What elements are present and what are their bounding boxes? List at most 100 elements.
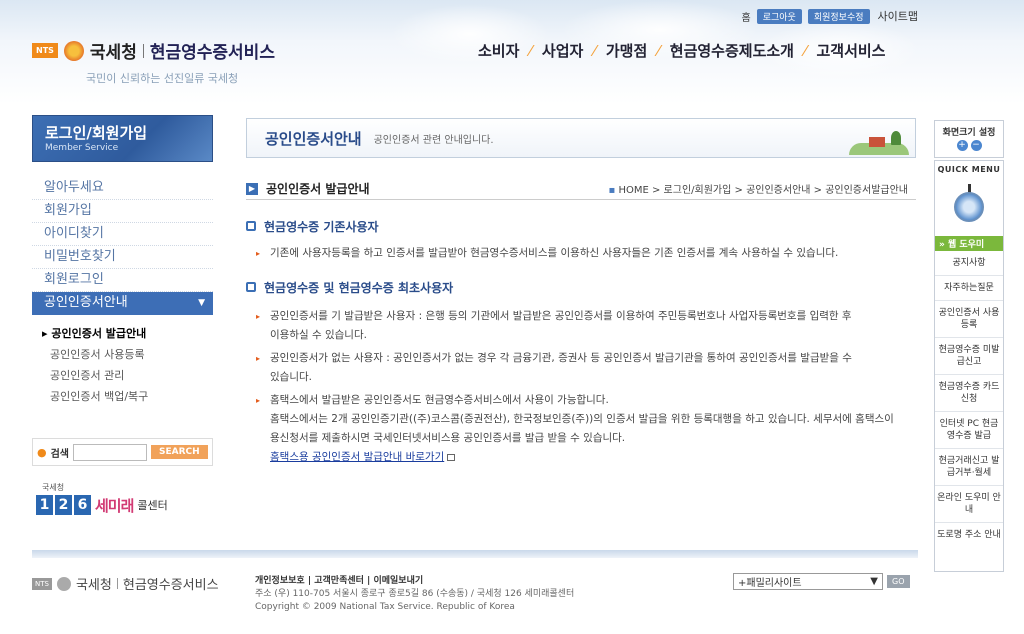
quick-menu-title: QUICK MENU (937, 165, 1001, 174)
top-links: 홈 로그아웃 회원정보수정 사이트맵 (742, 8, 918, 24)
section-title: 공인인증서 발급안내 (266, 182, 370, 196)
section-header: ▶ 공인인증서 발급안내 ▪ HOME > 로그인/회원가입 > 공인인증서안내… (246, 178, 916, 200)
heading-first-time-users: 현금영수증 및 현금영수증 최초사용자 (246, 277, 916, 297)
nts-flower-icon (56, 576, 71, 591)
stopwatch-icon (950, 182, 988, 230)
footer-copyright: Copyright © 2009 National Tax Service. R… (255, 602, 515, 612)
landscape-illustration (849, 125, 909, 155)
paragraph-text: 공인인증서가 없는 사용자 : 공인인증서가 없는 경우 각 금융기관, 증권사… (270, 352, 852, 383)
sidebar-item-member-login[interactable]: 회원로그인 (32, 269, 213, 292)
sidebar-item-find-id[interactable]: 아이디찾기 (32, 223, 213, 246)
gnb-customer-service[interactable]: 고객서비스 (816, 40, 885, 61)
square-bullet-icon (246, 221, 256, 231)
search-input[interactable] (73, 443, 148, 461)
login-banner-title: 로그인/회원가입 (45, 124, 148, 142)
sitemap-link[interactable]: 사이트맵 (878, 8, 918, 24)
footer-agency-name: 국세청 (75, 578, 112, 593)
section-title-wrap: ▶ 공인인증서 발급안내 (246, 180, 370, 197)
quick-item-faq[interactable]: 자주하는질문 (935, 276, 1003, 301)
search-label: 검색 (50, 448, 70, 460)
login-banner-subtitle: Member Service (45, 143, 119, 153)
paragraph-text: 홈택스에서 발급받은 공인인증서도 현금영수증서비스에서 사용이 가능합니다. (270, 394, 609, 406)
logo-divider (116, 578, 118, 589)
font-size-buttons: + − (935, 140, 1003, 151)
nts-badge: NTS (32, 577, 52, 590)
gnb-business[interactable]: 사업자 (542, 40, 583, 61)
main-content: 현금영수증 기존사용자 ▸ 기존에 사용자등록을 하고 인증서를 발급받아 현금… (246, 216, 916, 467)
sidebar-item-label: 공인인증서안내 (44, 295, 128, 310)
sidebar-subitem-register[interactable]: 공인인증서 사용등록 (32, 344, 213, 365)
page: 홈 로그아웃 회원정보수정 사이트맵 NTS 국세청 현금영수증서비스 국민이 … (0, 0, 1024, 634)
callcenter-small: 국세청 (42, 483, 65, 492)
paragraph: ▸ 홈택스에서 발급받은 공인인증서도 현금영수증서비스에서 사용이 가능합니다… (246, 391, 916, 467)
callcenter-suffix: 콜센터 (137, 499, 168, 512)
site-search: ● 검색 SEARCH (32, 438, 213, 466)
bullet-icon: ● (37, 445, 47, 459)
hometax-certificate-link[interactable]: 홈택스용 공인인증서 발급안내 바로가기 (270, 451, 444, 463)
gnb-separator: ⁄ (657, 41, 660, 60)
zoom-out-icon[interactable]: − (970, 140, 982, 151)
header: 홈 로그아웃 회원정보수정 사이트맵 NTS 국세청 현금영수증서비스 국민이 … (0, 0, 1024, 104)
member-info-button[interactable]: 회원정보수정 (807, 8, 870, 24)
footer-logo: NTS 국세청 현금영수증서비스 (32, 574, 219, 593)
gnb-merchant[interactable]: 가맹점 (606, 40, 647, 61)
logo-divider (142, 43, 144, 58)
quick-item-unissued-report[interactable]: 현금영수증 미발급신고 (935, 338, 1003, 375)
footer-address: 주소 (우) 110-705 서울시 종로구 종로5길 86 (수송동) / 국… (255, 589, 575, 599)
nts-badge: NTS (32, 43, 58, 58)
gnb-consumer[interactable]: 소비자 (478, 40, 519, 61)
arrow-bullet-icon: ▸ (256, 396, 261, 405)
home-link[interactable]: 홈 (742, 9, 751, 24)
family-site-go-button[interactable]: GO (887, 575, 910, 588)
gnb-separator: ⁄ (593, 41, 596, 60)
paragraph-text: 홈택스에서는 2개 공인인증기관((주)코스콤(증권전산), 한국정보인증(주)… (270, 413, 894, 444)
breadcrumb-text: HOME > 로그인/회원가입 > 공인인증서안내 > 공인인증서발급안내 (618, 185, 908, 196)
quick-item-cert-register[interactable]: 공인인증서 사용등록 (935, 301, 1003, 338)
quick-item-refusal-report[interactable]: 현금거래신고 발급거부·월세 (935, 449, 1003, 486)
quick-item-card-apply[interactable]: 현금영수증 카드신청 (935, 375, 1003, 412)
logout-button[interactable]: 로그아웃 (756, 8, 802, 24)
sidebar-subitem-label: 공인인증서 발급안내 (51, 327, 147, 340)
sidebar-item-certificate-guide[interactable]: 공인인증서안내 ▼ (32, 292, 213, 315)
zoom-in-icon[interactable]: + (956, 140, 968, 151)
web-helper-button[interactable]: » 웹 도우미 (935, 236, 1003, 251)
paragraph: ▸ 공인인증서를 기 발급받은 사용자 : 은행 등의 기관에서 발급받은 공인… (246, 307, 916, 345)
slogan: 국민이 신뢰하는 선진일류 국세청 (86, 72, 239, 85)
font-size-control: 화면크기 설정 + − (934, 120, 1004, 158)
sidebar-nav: 알아두세요 회원가입 아이디찾기 비밀번호찾기 회원로그인 공인인증서안내 ▼ … (32, 177, 213, 407)
callcenter-banner[interactable]: 국세청 1 2 6 세미래 콜센터 (36, 483, 212, 526)
font-size-title: 화면크기 설정 (942, 128, 996, 138)
sidebar-item-find-password[interactable]: 비밀번호찾기 (32, 246, 213, 269)
sidebar-item-notice[interactable]: 알아두세요 (32, 177, 213, 200)
heading-text: 현금영수증 및 현금영수증 최초사용자 (264, 280, 454, 295)
family-site: +패밀리사이트 ▼ GO (733, 573, 910, 590)
quick-menu: QUICK MENU » 웹 도우미 공지사항 자주하는질문 공인인증서 사용등… (934, 160, 1004, 572)
breadcrumb: ▪ HOME > 로그인/회원가입 > 공인인증서안내 > 공인인증서발급안내 (608, 185, 908, 196)
quick-item-road-address[interactable]: 도로명 주소 안내 (935, 523, 1003, 547)
quick-item-notice[interactable]: 공지사항 (935, 251, 1003, 276)
new-window-icon (447, 453, 456, 461)
gnb-system-intro[interactable]: 현금영수증제도소개 (670, 40, 794, 61)
quick-item-pc-issue[interactable]: 인터넷 PC 현금영수증 발급 (935, 412, 1003, 449)
page-title-banner: 공인인증서안내 공인인증서 관련 안내입니다. (246, 118, 916, 158)
digit: 2 (55, 495, 72, 515)
footer-links[interactable]: 개인정보보호 | 고객만족센터 | 이메일보내기 (255, 575, 574, 588)
page-title: 공인인증서안내 (265, 129, 362, 148)
family-site-select[interactable]: +패밀리사이트 ▼ (733, 573, 883, 590)
arrow-bullet-icon: ▸ (256, 312, 261, 321)
paragraph: ▸ 공인인증서가 없는 사용자 : 공인인증서가 없는 경우 각 금융기관, 증… (246, 349, 916, 387)
paragraph: ▸ 기존에 사용자등록을 하고 인증서를 발급받아 현금영수증서비스를 이용하신… (246, 244, 916, 263)
digit: 1 (36, 495, 53, 515)
caret-down-icon: ▼ (198, 298, 205, 308)
gnb-separator: ⁄ (803, 41, 807, 60)
site-logo[interactable]: NTS 국세청 현금영수증서비스 (32, 38, 275, 63)
page-subtitle: 공인인증서 관련 안내입니다. (373, 134, 494, 146)
search-button[interactable]: SEARCH (151, 445, 208, 459)
arrow-bullet-icon: ▸ (256, 354, 261, 363)
sidebar-subitem-issue-guide[interactable]: ▸ 공인인증서 발급안내 (32, 323, 213, 344)
quick-item-online-helper[interactable]: 온라인 도우미 안내 (935, 486, 1003, 523)
arrow-bullet-icon: ▸ (256, 249, 261, 258)
sidebar-subitem-manage[interactable]: 공인인증서 관리 (32, 365, 213, 386)
sidebar-subitem-backup[interactable]: 공인인증서 백업/복구 (32, 386, 213, 407)
sidebar-item-signup[interactable]: 회원가입 (32, 200, 213, 223)
